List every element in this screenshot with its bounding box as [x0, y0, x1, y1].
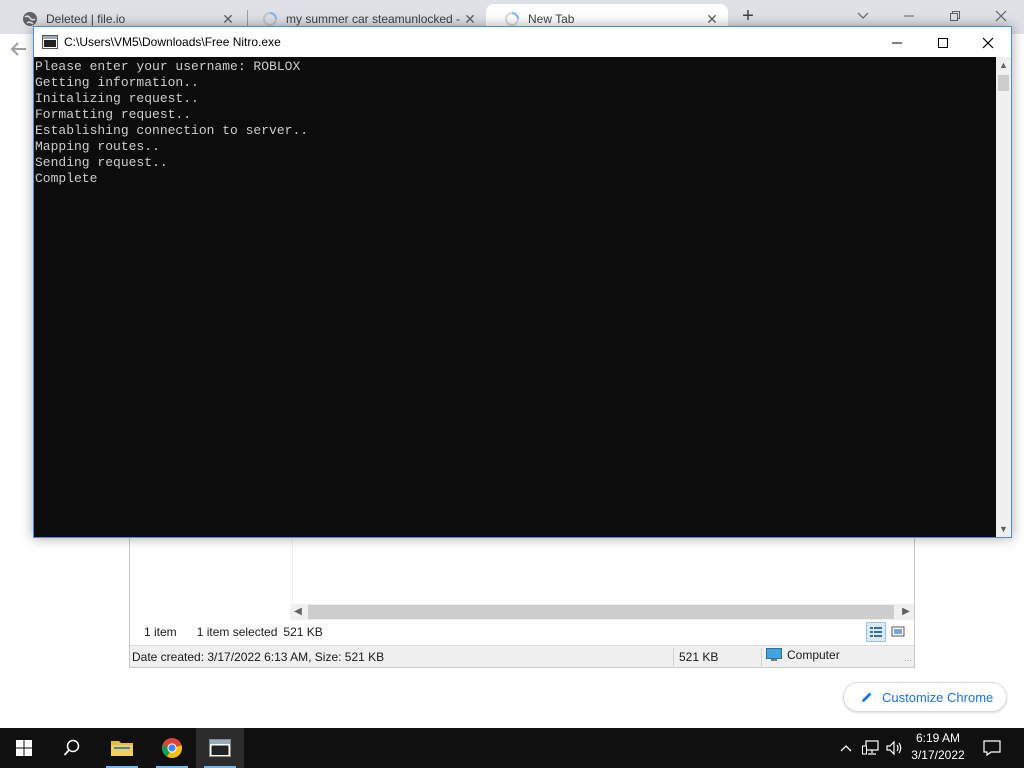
- loading-icon: [263, 12, 277, 26]
- console-line: Establishing connection to server..: [35, 123, 309, 138]
- details-size: 521 KB: [679, 650, 719, 664]
- console-line: Formatting request..: [35, 107, 192, 122]
- explorer-status-bar: 1 item 1 item selected 521 KB: [130, 620, 914, 644]
- customize-chrome-label: Customize Chrome: [882, 689, 994, 705]
- network-icon[interactable]: [860, 728, 882, 768]
- console-line: Please enter your username: ROBLOX: [35, 59, 301, 74]
- chrome-icon: [161, 738, 183, 759]
- notifications-icon[interactable]: [978, 728, 1006, 768]
- details-separator: [761, 648, 762, 666]
- tab-title: my summer car steamunlocked -: [286, 12, 460, 26]
- console-window-title: C:\Users\VM5\Downloads\Free Nitro.exe: [64, 35, 281, 49]
- loading-icon: [505, 12, 519, 26]
- console-app-icon: [209, 739, 231, 757]
- volume-icon[interactable]: [884, 728, 906, 768]
- console-line: Initalizing request..: [35, 91, 199, 106]
- show-hidden-icons-chevron-icon[interactable]: [836, 728, 856, 768]
- clock-date: 3/17/2022: [911, 748, 965, 762]
- item-count: 1 item: [144, 625, 177, 639]
- pencil-icon: [862, 692, 872, 702]
- scroll-left-arrow-icon[interactable]: ◀: [290, 604, 306, 620]
- resize-grip-icon[interactable]: ⋯: [904, 656, 912, 665]
- explorer-details-bar: Date created: 3/17/2022 6:13 AM, Size: 5…: [130, 645, 914, 667]
- tab-title: New Tab: [528, 12, 575, 26]
- console-line: Sending request..: [35, 155, 168, 170]
- console-line: Complete: [35, 171, 98, 186]
- date-created-text: Date created: 3/17/2022 6:13 AM, Size: 5…: [132, 650, 385, 664]
- globe-icon: [23, 12, 37, 26]
- console-output[interactable]: Please enter your username: ROBLOX Getti…: [34, 57, 996, 537]
- tab-close-icon[interactable]: ✕: [702, 11, 722, 28]
- tab-close-icon[interactable]: ✕: [460, 11, 480, 28]
- windows-logo-icon: [16, 740, 32, 756]
- location-computer: Computer: [766, 648, 840, 662]
- new-tab-button[interactable]: +: [736, 6, 760, 28]
- start-button[interactable]: [0, 728, 48, 768]
- file-explorer-icon: [111, 741, 133, 756]
- console-minimize-icon[interactable]: [874, 27, 920, 57]
- browser-restore-icon[interactable]: [932, 2, 978, 28]
- console-close-icon[interactable]: [965, 27, 1011, 57]
- console-title-bar[interactable]: C:\Users\VM5\Downloads\Free Nitro.exe: [34, 27, 1011, 57]
- browser-close-icon[interactable]: [978, 2, 1024, 28]
- console-vertical-scrollbar[interactable]: ▲ ▼: [996, 57, 1011, 537]
- large-icons-view-icon[interactable]: [889, 622, 909, 642]
- scrollbar-thumb[interactable]: [998, 75, 1009, 91]
- back-arrow-icon[interactable]: [10, 40, 28, 64]
- taskbar-chrome[interactable]: [148, 728, 196, 768]
- selection-size: 521 KB: [283, 625, 323, 639]
- taskbar-clock[interactable]: 6:19 AM 3/17/2022: [904, 730, 972, 766]
- console-line: Getting information..: [35, 75, 199, 90]
- scroll-down-arrow-icon[interactable]: ▼: [996, 521, 1011, 537]
- tab-close-icon[interactable]: ✕: [218, 11, 238, 28]
- selection-status: 1 item selected: [196, 625, 278, 639]
- customize-chrome-button[interactable]: Customize Chrome: [843, 682, 1007, 712]
- console-window[interactable]: C:\Users\VM5\Downloads\Free Nitro.exe Pl…: [33, 26, 1012, 538]
- console-line: Mapping routes..: [35, 139, 160, 154]
- clock-time: 6:19 AM: [915, 731, 961, 745]
- details-separator: [673, 648, 674, 666]
- console-maximize-icon[interactable]: [920, 27, 966, 57]
- location-label: Computer: [787, 648, 840, 662]
- tab-title: Deleted | file.io: [46, 12, 126, 26]
- search-icon: [63, 739, 80, 756]
- scroll-right-arrow-icon[interactable]: ▶: [898, 604, 914, 620]
- search-button[interactable]: [48, 728, 96, 768]
- taskbar-file-explorer[interactable]: [98, 728, 146, 768]
- scrollbar-thumb[interactable]: [308, 605, 894, 619]
- tab-search-chevron-icon[interactable]: [840, 2, 886, 28]
- details-view-icon[interactable]: [866, 622, 886, 642]
- computer-icon: [766, 648, 782, 661]
- scroll-up-arrow-icon[interactable]: ▲: [996, 57, 1011, 73]
- console-app-icon: [42, 35, 58, 49]
- browser-minimize-icon[interactable]: [886, 2, 932, 28]
- explorer-pane-divider: [292, 538, 293, 604]
- taskbar-console[interactable]: [196, 728, 244, 768]
